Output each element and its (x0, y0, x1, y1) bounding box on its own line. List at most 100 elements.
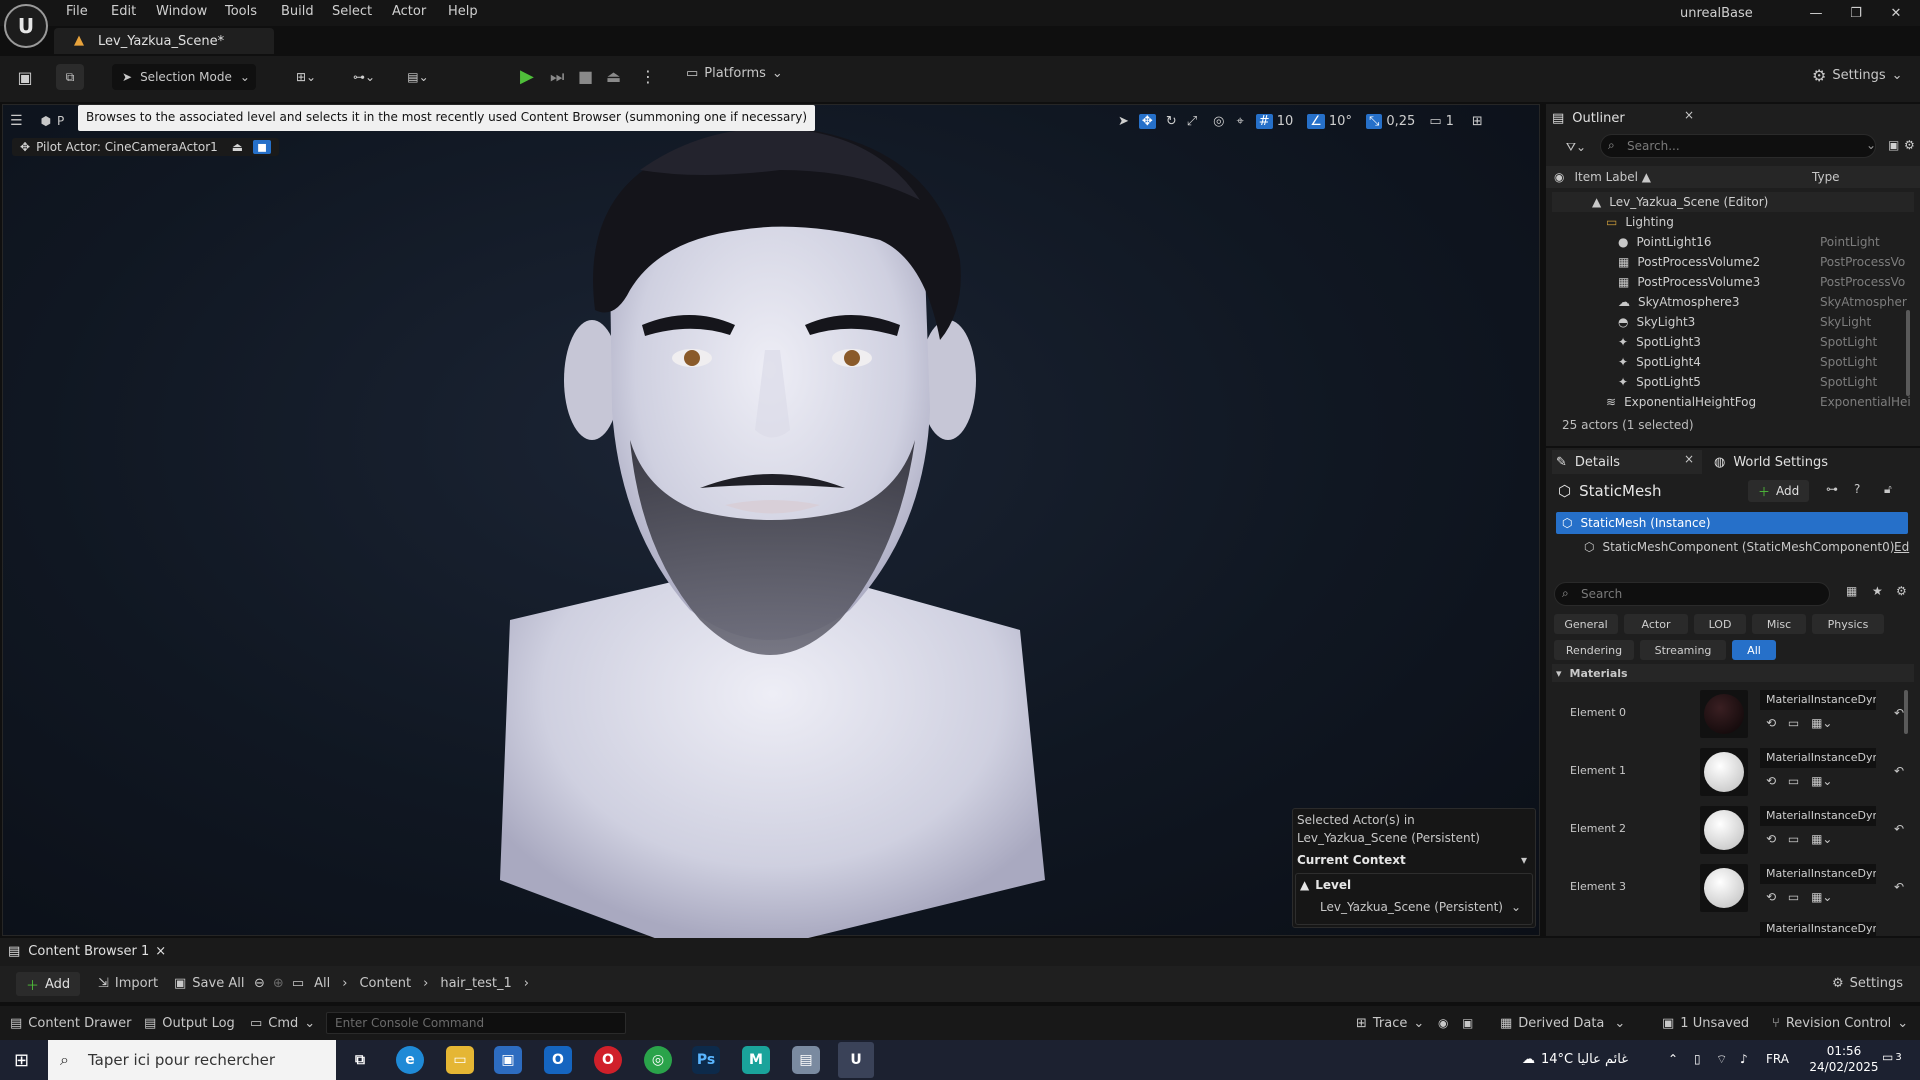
use-selected-icon[interactable]: ⟲ (1766, 774, 1776, 788)
camera-lock-icon[interactable]: ◼ (253, 140, 272, 154)
console-input[interactable]: Enter Console Command (326, 1012, 626, 1034)
eject-pilot-icon[interactable]: ⏏ (232, 140, 243, 154)
details-tab[interactable]: ✎ Details (1552, 450, 1702, 474)
grid-snap-value[interactable]: 10 (1277, 114, 1294, 129)
perspective-label[interactable]: P (57, 114, 64, 128)
back-icon[interactable]: ⊖ (254, 976, 265, 991)
blueprint-icon[interactable]: ⊶⌄ (346, 66, 382, 88)
browse-icon[interactable]: ▭ (1788, 774, 1799, 788)
gear-icon[interactable]: ⚙ (1896, 584, 1907, 598)
category-lod[interactable]: LOD (1694, 614, 1746, 634)
settings-dropdown[interactable]: ⚙ Settings ⌄ (1812, 66, 1903, 85)
use-selected-icon[interactable]: ⟲ (1766, 832, 1776, 846)
category-streaming[interactable]: Streaming (1640, 640, 1726, 660)
menu-edit[interactable]: Edit (111, 4, 136, 19)
taskbar-search-input[interactable]: Taper ici pour rechercher (48, 1040, 336, 1080)
reset-icon[interactable]: ↶ (1894, 880, 1904, 894)
skip-icon[interactable]: ⏭ (550, 67, 564, 87)
eject-icon[interactable]: ⏏ (606, 67, 621, 86)
browse-icon[interactable]: ▭ (1788, 890, 1799, 904)
task-view-icon[interactable]: ⧉ (346, 1046, 374, 1074)
stop-icon[interactable]: ■ (578, 67, 593, 86)
cinematics-icon[interactable]: ▤⌄ (400, 66, 436, 88)
menu-file[interactable]: File (66, 4, 88, 19)
outliner-row[interactable]: ◓ SkyLight3 SkyLight (1552, 312, 1914, 332)
material-name-field[interactable]: MaterialInstanceDyna (1760, 690, 1876, 710)
material-options-icon[interactable]: ▦⌄ (1811, 716, 1832, 730)
details-scrollbar[interactable] (1904, 690, 1908, 734)
star-icon[interactable]: ★ (1872, 584, 1883, 598)
outliner-row[interactable]: ▦ PostProcessVolume2 PostProcessVo (1552, 252, 1914, 272)
material-options-icon[interactable]: ▦⌄ (1811, 774, 1832, 788)
gear-icon[interactable]: ⚙ (1904, 138, 1915, 152)
menu-actor[interactable]: Actor (392, 4, 426, 19)
more-options-icon[interactable]: ⋮ (640, 67, 656, 86)
crumb-hair-test[interactable]: hair_test_1 (440, 976, 511, 991)
add-component-button[interactable]: ＋ Add (1748, 480, 1810, 502)
material-options-icon[interactable]: ▦⌄ (1811, 832, 1832, 846)
outliner-row[interactable]: ✦ SpotLight5 SpotLight (1552, 372, 1914, 392)
material-thumbnail[interactable] (1700, 864, 1748, 912)
column-type[interactable]: Type (1812, 170, 1840, 184)
scale-snap-value[interactable]: 0,25 (1386, 114, 1415, 129)
category-all[interactable]: All (1732, 640, 1776, 660)
outliner-search-input[interactable]: Search... (1600, 134, 1876, 158)
edit-component-link[interactable]: Ed (1894, 540, 1909, 554)
outliner-tab[interactable]: ▤ Outliner (1552, 106, 1625, 130)
scale-tool-icon[interactable]: ⤢ (1187, 114, 1197, 129)
trace-dropdown[interactable]: ⊞ Trace ⌄ (1356, 1016, 1424, 1031)
material-name-field[interactable]: MaterialInstanceDyna (1760, 864, 1876, 884)
minimize-icon[interactable]: — (1806, 6, 1826, 21)
new-folder-icon[interactable]: ▣ (1888, 138, 1899, 152)
reset-icon[interactable]: ↶ (1894, 822, 1904, 836)
select-tool-icon[interactable]: ➤ (1118, 114, 1129, 129)
outliner-row[interactable]: ✦ SpotLight4 SpotLight (1552, 352, 1914, 372)
outliner-row[interactable]: ▭ Lighting (1552, 212, 1914, 232)
camera-speed-icon[interactable]: ▭ (1429, 114, 1441, 129)
category-physics[interactable]: Physics (1812, 614, 1884, 634)
unreal-logo-icon[interactable]: U (4, 4, 48, 48)
material-thumbnail[interactable] (1700, 806, 1748, 854)
outliner-row[interactable]: ≋ ExponentialHeightFog ExponentialHei (1552, 392, 1914, 412)
viewport-layout-icon[interactable]: ⊞ (1472, 114, 1483, 129)
menu-window[interactable]: Window (156, 4, 207, 19)
opera-icon[interactable]: O (594, 1046, 622, 1074)
content-drawer-button[interactable]: ▤ Content Drawer (10, 1016, 131, 1031)
clock-date[interactable]: 24/02/2025 (1804, 1060, 1884, 1074)
translate-tool-icon[interactable]: ✥ (1138, 113, 1156, 129)
battery-icon[interactable]: ▯ (1694, 1052, 1701, 1066)
cb-import-button[interactable]: ⇲ Import (98, 976, 158, 991)
menu-tools[interactable]: Tools (225, 4, 257, 19)
rotation-snap-value[interactable]: 10° (1329, 114, 1352, 129)
category-rendering[interactable]: Rendering (1554, 640, 1634, 660)
rotate-tool-icon[interactable]: ↻ (1166, 114, 1177, 129)
chrome-icon[interactable]: ◎ (644, 1046, 672, 1074)
notifications-icon[interactable]: ▭ 3 (1882, 1050, 1902, 1064)
windows-start-icon[interactable]: ⊞ (14, 1050, 29, 1071)
close-icon[interactable]: ✕ (1886, 6, 1906, 21)
close-tab-icon[interactable]: × (155, 944, 166, 959)
outliner-scrollbar[interactable] (1906, 310, 1910, 396)
use-selected-icon[interactable]: ⟲ (1766, 716, 1776, 730)
blueprint-convert-icon[interactable]: ⊶ (1826, 482, 1838, 496)
cb-save-all-button[interactable]: ▣ Save All (174, 976, 244, 991)
outlook-icon[interactable]: O (544, 1046, 572, 1074)
help-icon[interactable]: ? (1854, 482, 1860, 496)
derived-data-dropdown[interactable]: ▦ Derived Data ⌄ (1500, 1016, 1625, 1031)
platforms-dropdown[interactable]: ▭ Platforms ⌄ (686, 66, 783, 81)
content-browser-tab[interactable]: ▤ Content Browser 1 × (8, 944, 166, 959)
material-name-field[interactable]: MaterialInstanceDyna (1760, 806, 1876, 826)
file-explorer-icon[interactable]: ▭ (446, 1046, 474, 1074)
material-thumbnail[interactable] (1700, 690, 1748, 738)
weather-widget[interactable]: ☁ 14°C غائم عاليا (1522, 1052, 1628, 1067)
reset-icon[interactable]: ↶ (1894, 764, 1904, 778)
selection-mode-dropdown[interactable]: ➤ Selection Mode ⌄ (112, 64, 256, 90)
volume-icon[interactable]: ♪ (1740, 1052, 1748, 1066)
column-item-label[interactable]: Item Label ▲ (1574, 170, 1651, 184)
chevron-down-icon[interactable]: ⌄ (1866, 138, 1876, 152)
category-misc[interactable]: Misc (1752, 614, 1806, 634)
maximize-icon[interactable]: ❐ (1846, 6, 1866, 21)
outliner-row[interactable]: ☁ SkyAtmosphere3 SkyAtmospher (1552, 292, 1914, 312)
close-details-icon[interactable]: × (1684, 452, 1694, 466)
hamburger-menu-icon[interactable]: ☰ (10, 113, 23, 129)
